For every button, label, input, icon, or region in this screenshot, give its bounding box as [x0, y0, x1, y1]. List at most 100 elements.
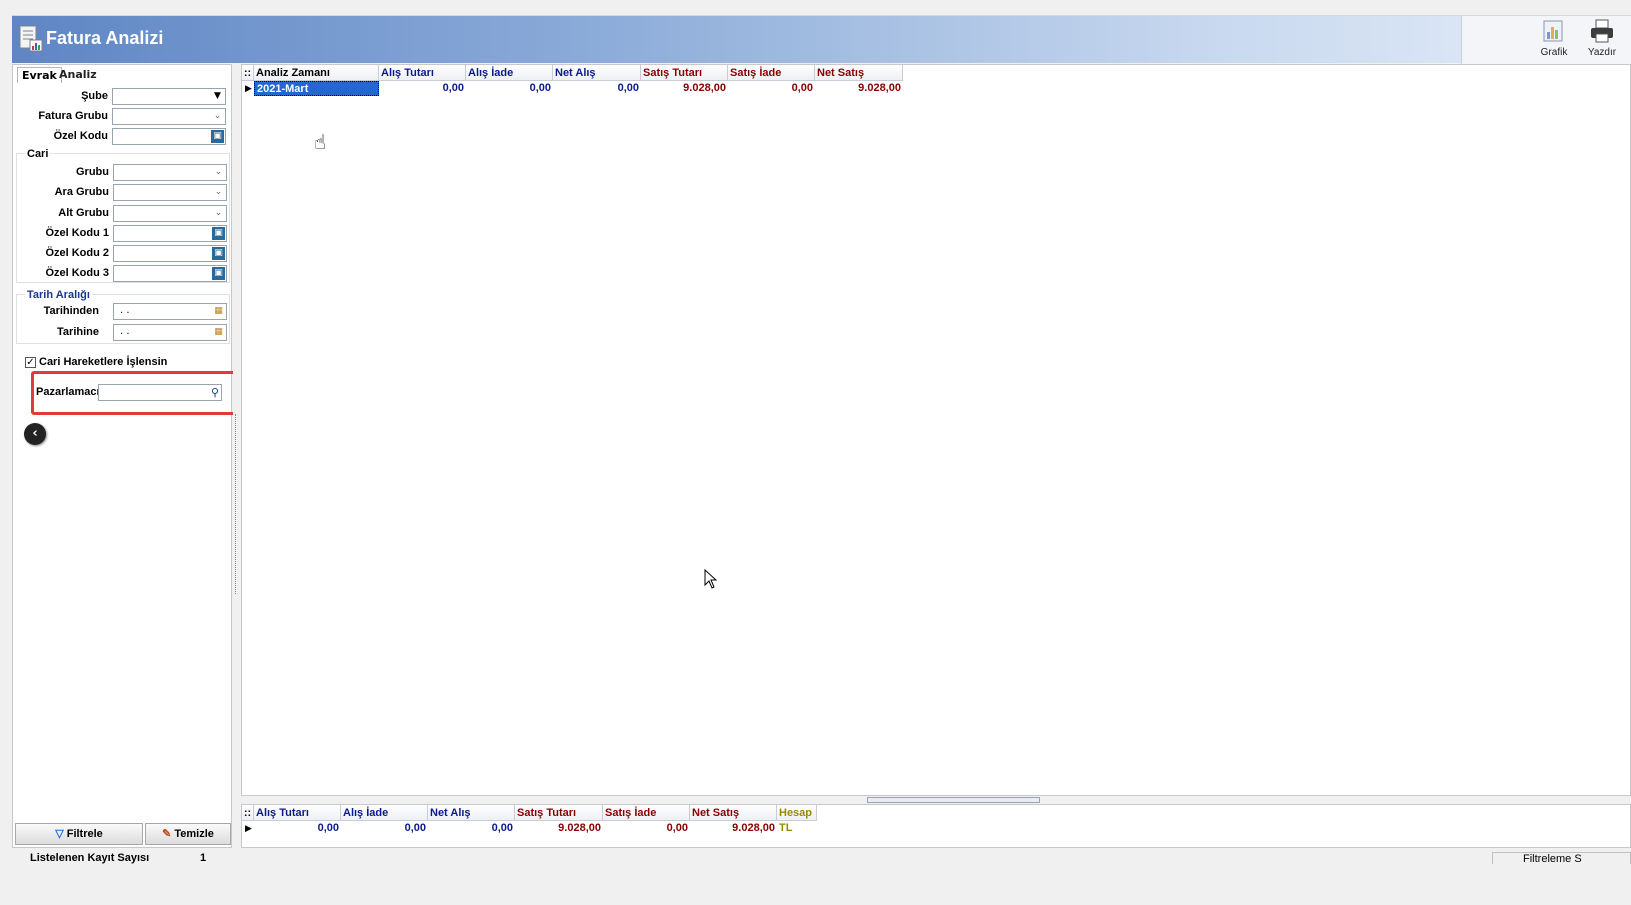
sube-select[interactable]: ▼ [112, 88, 226, 105]
chevron-down-icon: ⌄ [214, 187, 223, 197]
table-row-cell[interactable]: 9.028,00 [641, 81, 728, 96]
lookup-icon[interactable]: ▣ [212, 227, 225, 240]
col-satis-iade[interactable]: Satış İade [728, 65, 815, 81]
table-row-cell[interactable]: 0,00 [379, 81, 466, 96]
col-net-alis[interactable]: Net Alış [553, 65, 641, 81]
status-right: Filtreleme S [1492, 852, 1631, 864]
evrak-group: Şube ▼ Fatura Grubu ⌄ Özel Kodu ▣ [16, 83, 228, 145]
eraser-icon: ✎ [162, 828, 172, 840]
temizle-label: Temizle [174, 828, 214, 840]
sum-col-satis-iade[interactable]: Satış İade [603, 805, 690, 821]
splitter-grip[interactable] [235, 414, 238, 594]
table-row-cell[interactable]: 9.028,00 [815, 81, 903, 96]
ozel-kodu-input[interactable]: ▣ [112, 128, 226, 145]
alt-grubu-select[interactable]: ⌄ [113, 205, 227, 222]
summary-cell[interactable]: 9.028,00 [515, 821, 603, 836]
title-bar: Fatura Analizi Grafik Yazdır [12, 15, 1631, 64]
col-alis-iade[interactable]: Alış İade [466, 65, 553, 81]
dropdown-arrow-icon: ▼ [214, 91, 221, 101]
grafik-button[interactable]: Grafik [1532, 16, 1576, 62]
table-row-cell[interactable]: 0,00 [728, 81, 815, 96]
splitter[interactable] [233, 64, 240, 848]
pazarlamaci-label: Pazarlamacı [36, 386, 100, 398]
summary-cell[interactable]: TL [777, 821, 817, 836]
filtrele-button[interactable]: ▽ Filtrele [15, 823, 143, 845]
calendar-icon[interactable]: ▦ [212, 326, 225, 339]
lookup-icon[interactable]: ▣ [212, 247, 225, 260]
sum-col-alis-tutari[interactable]: Alış Tutarı [254, 805, 341, 821]
ara-grubu-select[interactable]: ⌄ [113, 184, 227, 201]
cari-hareket-label: Cari Hareketlere İşlensin [39, 356, 168, 368]
ozel-kodu3-label: Özel Kodu 3 [45, 267, 109, 279]
col-net-satis[interactable]: Net Satış [815, 65, 903, 81]
ozel-kodu1-input[interactable]: ▣ [113, 225, 227, 242]
collapse-back-button[interactable]: ‹ [24, 423, 46, 445]
sum-col-hesap[interactable]: Hesap [777, 805, 817, 821]
cari-title: Cari [25, 148, 51, 160]
filter-panel: Evrak Analiz Şube ▼ Fatura Grubu ⌄ Özel … [12, 64, 237, 848]
calendar-icon[interactable]: ▦ [212, 305, 225, 318]
fatura-grubu-select[interactable]: ⌄ [112, 108, 226, 125]
row-indicator-icon: ▶ [245, 824, 252, 834]
col-analiz-zamani[interactable]: Analiz Zamanı [254, 65, 379, 81]
arrow-cursor-icon [704, 568, 718, 592]
tab-analiz[interactable]: Analiz [55, 67, 101, 83]
record-count-value: 1 [200, 852, 207, 864]
hand-cursor-icon: ☝ [314, 130, 327, 154]
status-bar: Listelenen Kayıt Sayısı 1 Filtreleme S [12, 850, 1631, 864]
ara-grubu-label: Ara Grubu [54, 186, 109, 198]
summary-cell[interactable]: 9.028,00 [690, 821, 777, 836]
sum-col-net-satis[interactable]: Net Satış [690, 805, 777, 821]
tarihine-input[interactable]: . . ▦ [113, 324, 227, 341]
col-satis-tutari[interactable]: Satış Tutarı [641, 65, 728, 81]
page-title: Fatura Analizi [46, 28, 164, 48]
sum-col-net-alis[interactable]: Net Alış [428, 805, 515, 821]
ozel-kodu1-label: Özel Kodu 1 [45, 227, 109, 239]
invoice-analysis-icon [18, 24, 44, 54]
tarihinden-label: Tarihinden [43, 305, 99, 317]
lookup-icon[interactable]: ▣ [211, 130, 224, 143]
ozel-kodu3-input[interactable]: ▣ [113, 265, 227, 282]
tarihinden-value: . . [120, 305, 130, 316]
tarihinden-input[interactable]: . . ▦ [113, 303, 227, 320]
printer-icon [1591, 19, 1613, 43]
person-lookup-icon[interactable]: ⚲ [211, 386, 219, 399]
row-indicator-icon: ▶ [245, 84, 252, 94]
sum-col-satis-tutari[interactable]: Satış Tutarı [515, 805, 603, 821]
alt-grubu-label: Alt Grubu [58, 207, 109, 219]
toolbar: Grafik Yazdır [1461, 16, 1631, 64]
chevron-down-icon: ⌄ [214, 208, 223, 218]
lookup-icon[interactable]: ▣ [212, 267, 225, 280]
tarihine-value: . . [120, 326, 130, 337]
temizle-button[interactable]: ✎ Temizle [145, 823, 231, 845]
sube-label: Şube [81, 90, 108, 102]
pazarlamaci-highlight: Pazarlamacı ⚲ [31, 371, 237, 415]
cari-group: Cari Grubu ⌄ Ara Grubu ⌄ Alt Grubu ⌄ Öze… [16, 148, 230, 283]
filter-icon: ▽ [55, 828, 64, 840]
grafik-label: Grafik [1540, 47, 1568, 58]
filtrele-label: Filtrele [66, 828, 103, 840]
pazarlamaci-input[interactable]: ⚲ [98, 384, 222, 401]
tarihine-label: Tarihine [57, 326, 99, 338]
summary-cell[interactable]: 0,00 [428, 821, 515, 836]
table-row-cell[interactable]: 0,00 [466, 81, 553, 96]
ozel-kodu2-input[interactable]: ▣ [113, 245, 227, 262]
yazdir-label: Yazdır [1587, 47, 1617, 58]
summary-cell[interactable]: 0,00 [603, 821, 690, 836]
summary-cell[interactable]: 0,00 [341, 821, 428, 836]
table-row-cell[interactable]: 2021-Mart [254, 81, 379, 96]
tarih-title: Tarih Aralığı [25, 289, 92, 301]
summary-splitter[interactable] [867, 797, 1040, 803]
chart-icon [1543, 20, 1563, 42]
sum-col-alis-iade[interactable]: Alış İade [341, 805, 428, 821]
summary-corner: :: [242, 805, 254, 821]
table-row-cell[interactable]: 0,00 [553, 81, 641, 96]
grubu-select[interactable]: ⌄ [113, 164, 227, 181]
col-alis-tutari[interactable]: Alış Tutarı [379, 65, 466, 81]
summary-cell[interactable]: 0,00 [254, 821, 341, 836]
ozel-kodu-label: Özel Kodu [53, 130, 108, 142]
chevron-down-icon: ⌄ [214, 167, 223, 177]
yazdir-button[interactable]: Yazdır [1580, 16, 1624, 62]
cari-hareket-checkbox[interactable]: ✓ [25, 357, 36, 368]
tarih-group: Tarih Aralığı Tarihinden . . ▦ Tarihine … [16, 289, 230, 344]
